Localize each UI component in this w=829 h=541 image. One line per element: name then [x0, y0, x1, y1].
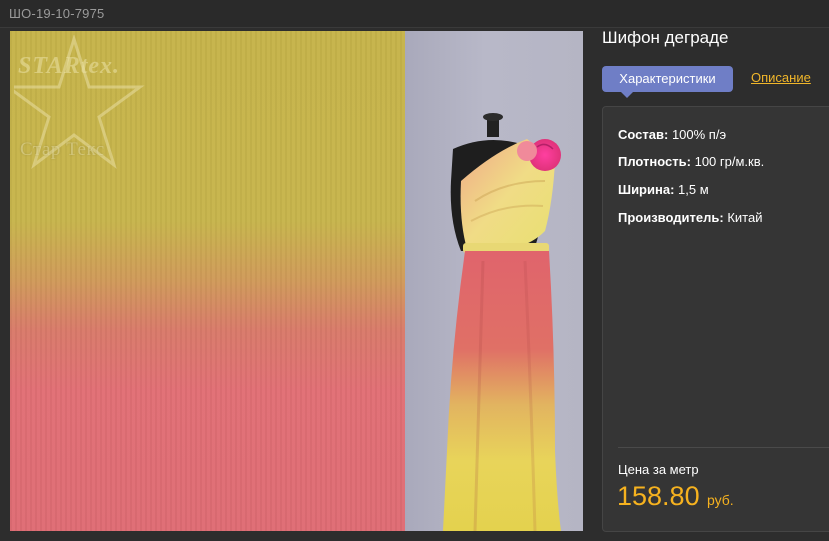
spec-value: Китай: [727, 210, 763, 225]
startex-logo: STARtex. Стар Текс: [10, 33, 149, 170]
logo-brand-name: Стар Текс: [20, 139, 105, 160]
tab-pointer-icon: [621, 92, 633, 98]
spec-width: Ширина: 1,5 м: [618, 182, 709, 197]
price-value: 158.80: [617, 481, 700, 511]
tab-description[interactable]: Описание: [751, 70, 811, 85]
product-photo[interactable]: STARtex. Стар Текс: [10, 31, 583, 531]
price-label: Цена за метр: [618, 462, 699, 477]
product-page: ШО-19-10-7975 STARtex. Стар Текс Шифон д…: [0, 0, 829, 541]
tab-characteristics[interactable]: Характеристики: [602, 66, 733, 92]
product-sku: ШО-19-10-7975: [9, 6, 105, 21]
spec-name: Плотность:: [618, 154, 691, 169]
price-divider: [618, 447, 829, 448]
top-bar: ШО-19-10-7975: [0, 0, 829, 28]
spec-name: Состав:: [618, 127, 669, 142]
spec-density: Плотность: 100 гр/м.кв.: [618, 154, 764, 169]
spec-value: 100% п/э: [671, 127, 727, 142]
spec-manufacturer: Производитель: Китай: [618, 210, 762, 225]
spec-name: Производитель:: [618, 210, 724, 225]
specs-panel: Состав: 100% п/э Плотность: 100 гр/м.кв.…: [602, 106, 829, 532]
mannequin-dress-image: [443, 113, 561, 531]
price-currency: руб.: [707, 492, 734, 508]
logo-brand-mark: STARtex.: [18, 53, 121, 79]
product-title: Шифон деграде: [602, 28, 729, 47]
spec-value: 100 гр/м.кв.: [694, 154, 765, 169]
spec-value: 1,5 м: [678, 182, 709, 197]
spec-name: Ширина:: [618, 182, 675, 197]
spec-composition: Состав: 100% п/э: [618, 127, 726, 142]
